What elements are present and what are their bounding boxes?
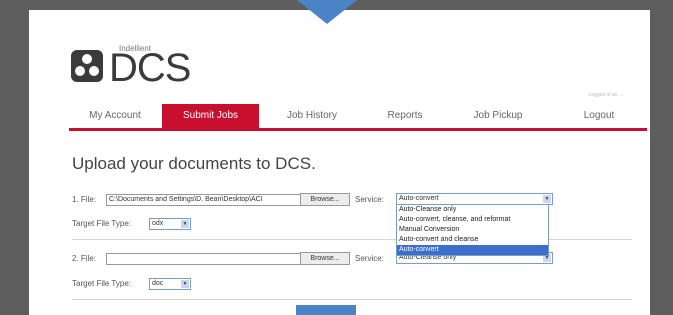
chevron-down-icon: ▼ xyxy=(181,220,189,228)
target-2-select[interactable]: doc ▼ xyxy=(149,278,191,290)
file-2-input[interactable] xyxy=(106,253,302,265)
chevron-down-icon: ▼ xyxy=(181,280,189,288)
file-1-input[interactable]: C:\Documents and Settings\D. Bean\Deskto… xyxy=(106,194,302,206)
tab-submit-jobs[interactable]: Submit Jobs xyxy=(162,104,259,128)
service-2-label: Service: xyxy=(355,254,384,263)
service-option[interactable]: Auto-Cleanse only xyxy=(397,205,548,215)
target-1-select[interactable]: odx ▼ xyxy=(149,218,191,230)
service-option[interactable]: Auto-convert, cleanse, and reformat xyxy=(397,215,548,225)
service-1-label: Service: xyxy=(355,195,384,204)
target-1-value: odx xyxy=(152,220,164,227)
service-1-value: Auto-convert xyxy=(399,195,439,202)
pointer-arrow-shape xyxy=(297,0,357,24)
web-page: Indellient DCS Logged in as: ... My Acco… xyxy=(29,10,650,315)
row-divider xyxy=(72,299,632,300)
target-2-value: doc xyxy=(152,280,164,287)
main-nav: My Account Submit Jobs Job History Repor… xyxy=(69,104,647,128)
tab-job-pickup[interactable]: Job Pickup xyxy=(447,104,549,128)
file-2-label: 2. File: xyxy=(72,254,97,263)
target-1-label: Target File Type: xyxy=(72,219,131,228)
target-2-label: Target File Type: xyxy=(72,279,131,288)
nav-underline xyxy=(69,128,647,131)
service-option[interactable]: Auto-convert and cleanse xyxy=(397,235,548,245)
tab-logout[interactable]: Logout xyxy=(551,104,647,128)
tab-my-account[interactable]: My Account xyxy=(69,104,161,128)
service-option[interactable]: Manual Conversion xyxy=(397,225,548,235)
bottom-tab-shape xyxy=(296,305,356,315)
login-status: Logged in as: ... xyxy=(588,92,624,98)
logo-text: DCS xyxy=(109,46,191,90)
browse-1-button[interactable]: Browse... xyxy=(300,193,350,206)
file-1-label: 1. File: xyxy=(72,195,97,204)
browse-2-button[interactable]: Browse... xyxy=(300,252,350,265)
logo-mark-icon xyxy=(71,50,103,82)
chevron-down-icon: ▼ xyxy=(543,195,551,203)
service-option-selected[interactable]: Auto-convert xyxy=(397,245,548,255)
service-dropdown-list: Auto-Cleanse only Auto-convert, cleanse,… xyxy=(396,204,549,256)
tab-job-history[interactable]: Job History xyxy=(261,104,363,128)
tab-reports[interactable]: Reports xyxy=(365,104,445,128)
page-title: Upload your documents to DCS. xyxy=(72,154,316,173)
